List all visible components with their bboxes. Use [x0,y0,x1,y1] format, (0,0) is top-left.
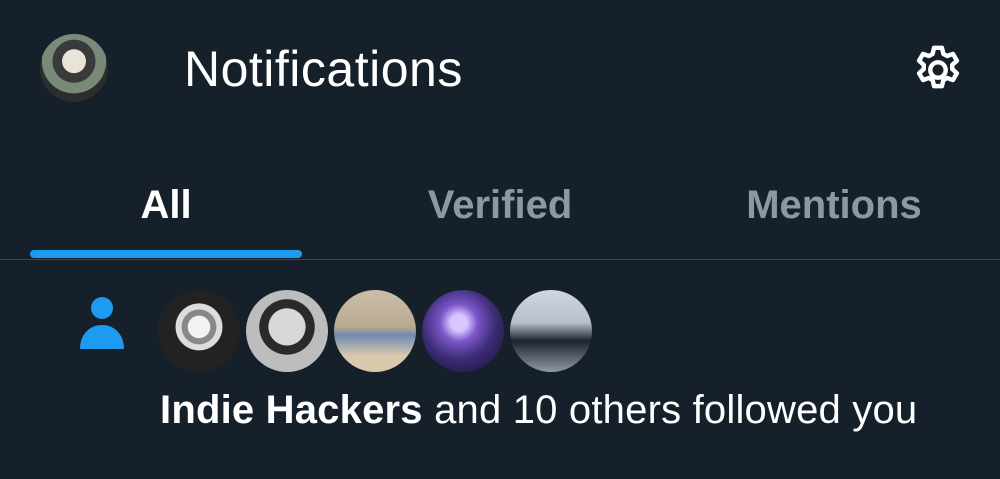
avatar[interactable] [158,290,240,372]
gear-icon[interactable] [910,42,966,98]
actor-name[interactable]: Indie Hackers [160,388,423,432]
tab-verified[interactable]: Verified [334,150,666,260]
page-title: Notifications [184,41,463,97]
active-tab-indicator [30,250,302,258]
tab-mentions[interactable]: Mentions [668,150,1000,260]
notification-text: Indie Hackers and 10 others followed you [160,388,917,433]
notification-rest: and 10 others followed you [422,388,918,432]
avatar[interactable] [246,290,328,372]
profile-avatar[interactable] [40,34,108,102]
tab-bar: All Verified Mentions [0,150,1000,260]
avatar[interactable] [422,290,504,372]
avatar[interactable] [510,290,592,372]
notification-item[interactable]: Indie Hackers and 10 others followed you [0,260,1000,479]
avatar[interactable] [334,290,416,372]
header: Notifications [0,0,1000,140]
person-icon [80,297,124,349]
tab-all[interactable]: All [30,150,302,260]
follower-avatars [158,290,592,374]
